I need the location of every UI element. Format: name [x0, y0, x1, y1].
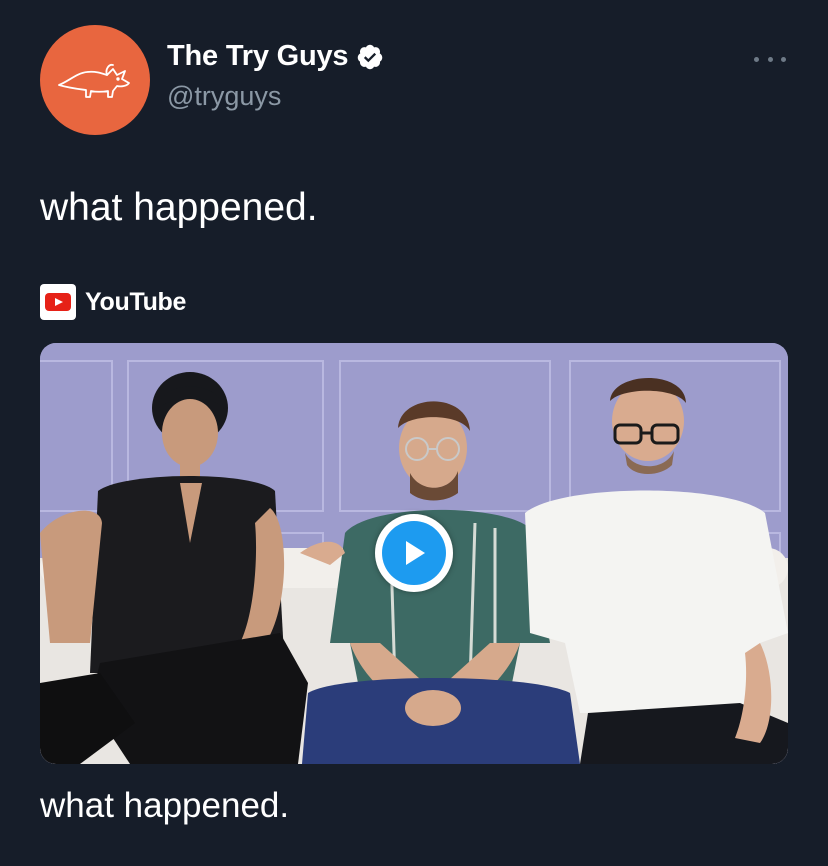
handle[interactable]: @tryguys	[167, 81, 384, 112]
author-block: The Try Guys @tryguys	[167, 40, 384, 112]
verified-badge-icon	[358, 44, 383, 69]
avatar[interactable]	[40, 25, 150, 135]
play-button[interactable]	[375, 514, 453, 592]
card-title[interactable]: what happened.	[40, 786, 289, 826]
name-row: The Try Guys	[167, 40, 384, 73]
more-dot	[754, 56, 759, 62]
more-dot	[781, 56, 786, 62]
triceratops-icon	[58, 63, 130, 98]
card-source[interactable]: YouTube	[40, 284, 186, 320]
more-options-icon[interactable]	[754, 50, 786, 68]
tweet-text: what happened.	[40, 186, 318, 229]
more-dot	[767, 56, 773, 62]
tweet[interactable]: The Try Guys @tryguys what happened. You…	[0, 0, 828, 866]
source-name: YouTube	[85, 287, 187, 316]
display-name[interactable]: The Try Guys	[167, 40, 349, 73]
youtube-icon	[40, 284, 76, 320]
video-thumbnail[interactable]	[40, 343, 788, 764]
play-icon	[382, 521, 446, 585]
